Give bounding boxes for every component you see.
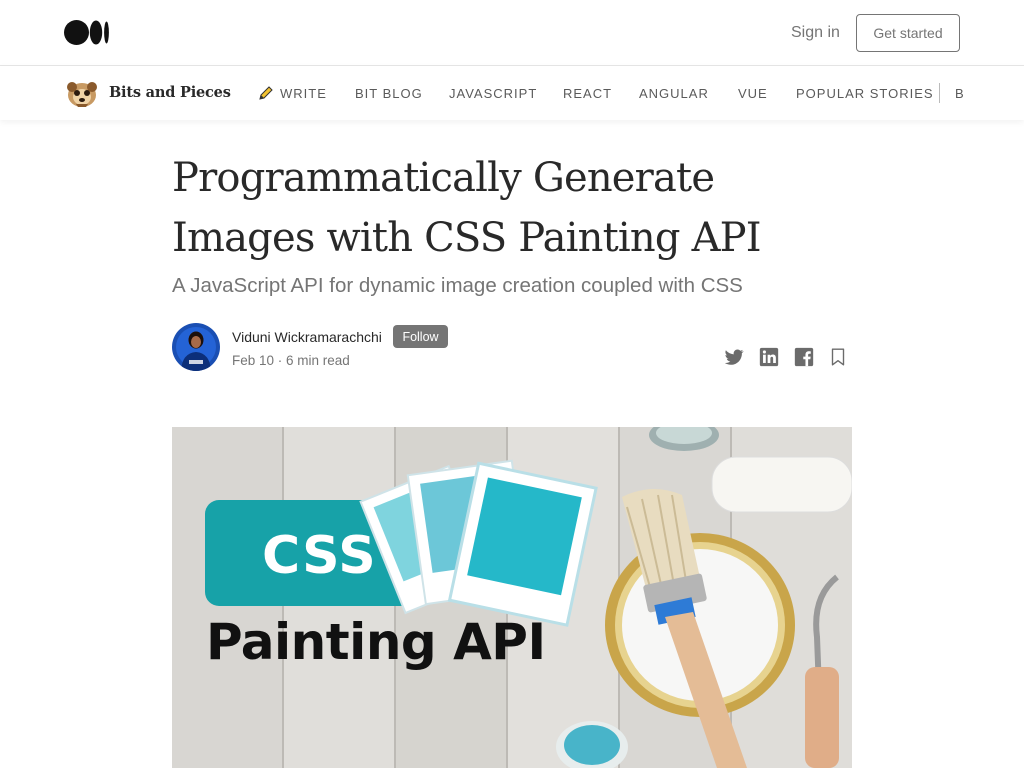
get-started-button[interactable]: Get started — [856, 14, 960, 52]
avatar[interactable] — [172, 323, 220, 371]
nav-javascript[interactable]: JAVASCRIPT — [449, 86, 537, 101]
facebook-icon[interactable] — [793, 346, 815, 368]
meerkat-logo-icon[interactable] — [64, 77, 100, 109]
nav-angular[interactable]: ANGULAR — [639, 86, 709, 101]
article-subtitle: A JavaScript API for dynamic image creat… — [172, 274, 743, 297]
nav-write[interactable]: WRITE — [280, 86, 327, 101]
nav-divider — [939, 83, 940, 103]
nav-vue[interactable]: VUE — [738, 86, 768, 101]
author-name[interactable]: Viduni Wickramarachchi — [232, 329, 382, 345]
hero-painting-api-label: Painting API — [206, 613, 546, 671]
nav-bit-blog[interactable]: BIT BLOG — [355, 86, 423, 101]
publication-nav: Bits and Pieces WRITE BIT BLOG JAVASCRIP… — [0, 66, 1024, 120]
medium-logo-icon[interactable] — [64, 20, 110, 45]
hero-css-label: CSS — [262, 526, 377, 586]
sign-in-link[interactable]: Sign in — [791, 24, 840, 42]
nav-react[interactable]: REACT — [563, 86, 612, 101]
twitter-icon[interactable] — [723, 346, 745, 368]
pencil-icon — [259, 86, 273, 100]
linkedin-icon[interactable] — [758, 346, 780, 368]
hero-image — [172, 427, 852, 768]
bookmark-icon[interactable] — [827, 346, 849, 368]
publication-name[interactable]: Bits and Pieces — [109, 84, 231, 101]
nav-popular-stories[interactable]: POPULAR STORIES — [796, 86, 934, 101]
nav-truncated-item[interactable]: B — [955, 86, 965, 101]
top-header: Sign in Get started — [0, 0, 1024, 66]
article-meta: Feb 10 · 6 min read — [232, 353, 350, 368]
article-title: Programmatically Generate Images with CS… — [172, 155, 762, 261]
follow-button[interactable]: Follow — [393, 325, 448, 348]
